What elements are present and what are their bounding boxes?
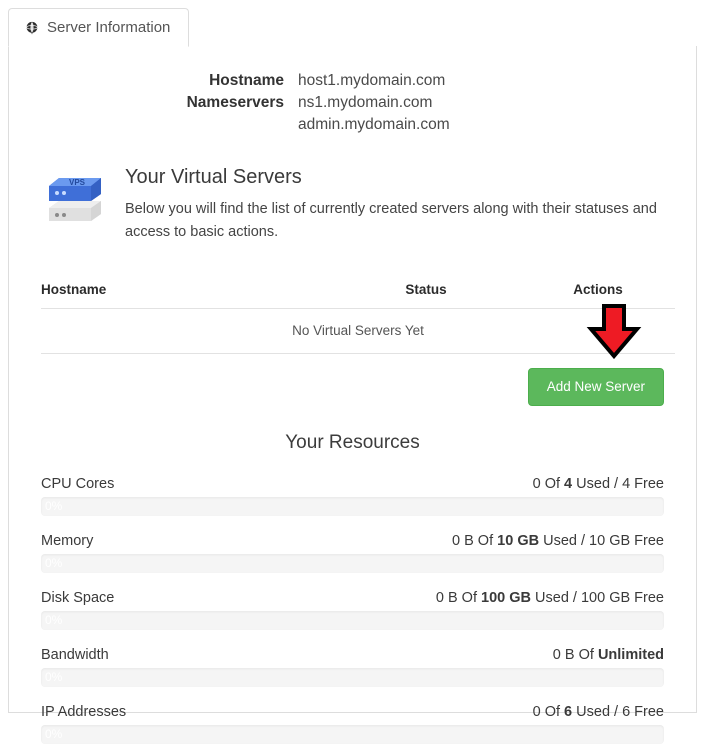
add-new-server-button[interactable]: Add New Server bbox=[527, 368, 664, 406]
usage-suffix: Used / 6 Free bbox=[572, 703, 664, 720]
intro-text-block: Your Virtual Servers Below you will find… bbox=[125, 162, 666, 244]
page-title: Your Virtual Servers bbox=[125, 166, 302, 188]
resource-usage: 0 B Of Unlimited bbox=[553, 647, 664, 663]
usage-prefix: 0 B Of bbox=[435, 589, 482, 606]
tab-label: Server Information bbox=[47, 19, 171, 36]
usage-suffix: Used / 4 Free bbox=[572, 475, 664, 492]
resource-header: Bandwidth 0 B Of Unlimited bbox=[41, 647, 664, 663]
resource-progress-label: 0% bbox=[45, 555, 63, 570]
usage-prefix: 0 Of bbox=[532, 475, 565, 492]
resource-progress-bar: 0% bbox=[41, 553, 664, 573]
resource-progress-bar: 0% bbox=[41, 610, 664, 630]
resource-usage: 0 B Of 10 GB Used / 10 GB Free bbox=[452, 533, 664, 549]
nameserver-secondary-value: admin.mydomain.com bbox=[298, 116, 450, 133]
virtual-servers-table: Hostname Status Actions No Virtual Serve… bbox=[41, 282, 675, 354]
column-header-actions: Actions bbox=[521, 282, 675, 309]
column-header-status: Status bbox=[331, 282, 521, 309]
usage-prefix: 0 B Of bbox=[452, 532, 498, 549]
resource-usage: 0 B Of 100 GB Used / 100 GB Free bbox=[436, 590, 664, 606]
resource-usage: 0 Of 6 Used / 6 Free bbox=[533, 704, 664, 720]
tab-strip: Server Information bbox=[8, 8, 697, 47]
table-actions-row: Add New Server bbox=[9, 368, 664, 406]
empty-state-message: No Virtual Servers Yet bbox=[41, 308, 675, 354]
resources-list: CPU Cores 0 Of 4 Used / 4 Free 0% Memory… bbox=[41, 476, 664, 744]
resource-header: IP Addresses 0 Of 6 Used / 6 Free bbox=[41, 704, 664, 720]
resource-item-cpu-cores: CPU Cores 0 Of 4 Used / 4 Free 0% bbox=[41, 476, 664, 516]
nameserver-primary-value: ns1.mydomain.com bbox=[298, 94, 433, 111]
usage-prefix: 0 Of bbox=[532, 703, 565, 720]
table-row-empty: No Virtual Servers Yet bbox=[41, 308, 675, 354]
host-info-block: Hostname Nameservers host1.mydomain.com … bbox=[9, 70, 696, 136]
resource-progress-label: 0% bbox=[45, 612, 63, 627]
tab-server-information[interactable]: Server Information bbox=[8, 8, 190, 47]
usage-total: Unlimited bbox=[597, 646, 664, 663]
resource-progress-bar: 0% bbox=[41, 667, 664, 687]
usage-total: 6 bbox=[564, 703, 573, 720]
table-header-row: Hostname Status Actions bbox=[41, 282, 675, 309]
globe-icon bbox=[25, 21, 39, 35]
svg-text:VPS: VPS bbox=[69, 178, 86, 187]
usage-total: 100 GB bbox=[481, 589, 532, 606]
resource-progress-label: 0% bbox=[45, 669, 63, 684]
usage-total: 4 bbox=[564, 475, 573, 492]
resource-usage: 0 Of 4 Used / 4 Free bbox=[533, 476, 664, 492]
usage-total: 10 GB bbox=[497, 532, 540, 549]
nameservers-label: Nameservers bbox=[186, 94, 284, 111]
resource-progress-label: 0% bbox=[45, 726, 63, 741]
usage-prefix: 0 B Of bbox=[552, 646, 598, 663]
vps-server-icon: VPS bbox=[39, 166, 111, 228]
page-description: Below you will find the list of currentl… bbox=[125, 201, 657, 240]
resource-item-memory: Memory 0 B Of 10 GB Used / 10 GB Free 0% bbox=[41, 533, 664, 573]
usage-suffix: Used / 100 GB Free bbox=[531, 589, 664, 606]
server-information-panel: Hostname Nameservers host1.mydomain.com … bbox=[8, 46, 697, 744]
resources-heading: Your Resources bbox=[285, 431, 420, 453]
host-info-values: host1.mydomain.com ns1.mydomain.com admi… bbox=[298, 70, 450, 136]
resource-progress-bar: 0% bbox=[41, 724, 664, 744]
resource-item-disk-space: Disk Space 0 B Of 100 GB Used / 100 GB F… bbox=[41, 590, 664, 630]
usage-suffix: Used / 10 GB Free bbox=[539, 532, 664, 549]
resource-header: Disk Space 0 B Of 100 GB Used / 100 GB F… bbox=[41, 590, 664, 606]
resource-label: IP Addresses bbox=[41, 703, 127, 720]
resource-item-bandwidth: Bandwidth 0 B Of Unlimited 0% bbox=[41, 647, 664, 687]
resource-label: Bandwidth bbox=[41, 646, 109, 663]
virtual-servers-intro: VPS Your Virtual Servers Below you will … bbox=[39, 162, 666, 244]
resource-header: CPU Cores 0 Of 4 Used / 4 Free bbox=[41, 476, 664, 492]
hostname-label: Hostname bbox=[209, 72, 284, 89]
resource-label: CPU Cores bbox=[41, 475, 115, 492]
resource-progress-bar: 0% bbox=[41, 496, 664, 516]
hostname-value: host1.mydomain.com bbox=[298, 72, 446, 89]
resource-progress-label: 0% bbox=[45, 498, 63, 513]
host-info-labels: Hostname Nameservers bbox=[9, 70, 298, 136]
resource-label: Memory bbox=[41, 532, 94, 549]
resource-header: Memory 0 B Of 10 GB Used / 10 GB Free bbox=[41, 533, 664, 549]
resource-label: Disk Space bbox=[41, 589, 115, 606]
column-header-hostname: Hostname bbox=[41, 282, 331, 309]
